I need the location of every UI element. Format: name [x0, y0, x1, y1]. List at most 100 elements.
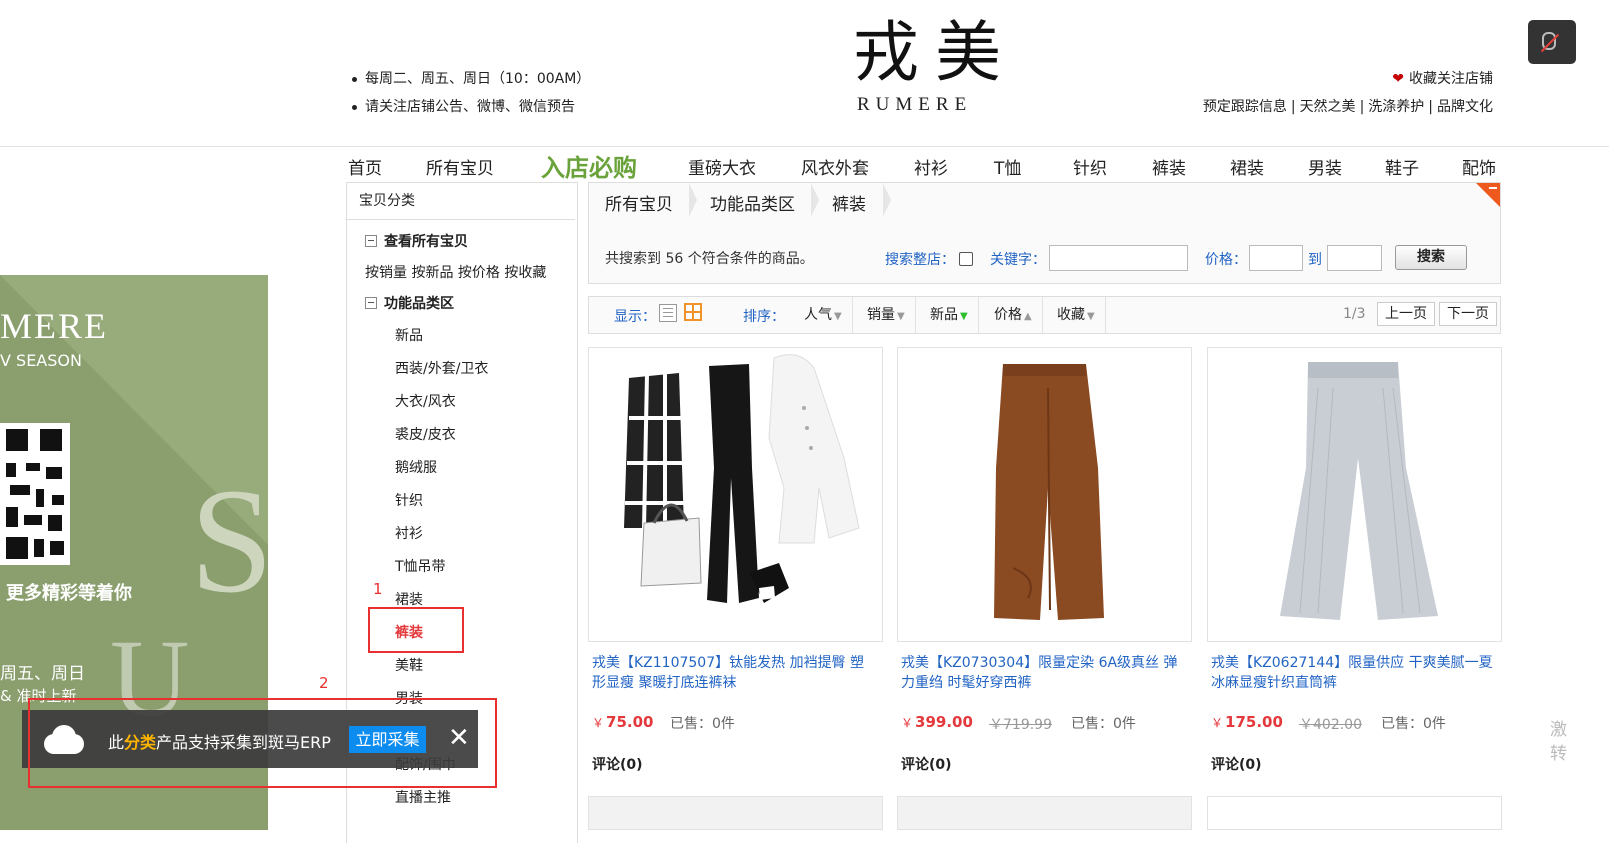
breadcrumb-functional[interactable]: 功能品类区 — [710, 190, 795, 215]
heart-icon: ❤ — [1392, 71, 1404, 87]
search-button[interactable]: 搜索 — [1395, 245, 1467, 270]
sidebar-item-new[interactable]: 新品 — [395, 325, 423, 345]
nav-skirts[interactable]: 裙装 — [1230, 154, 1264, 179]
nav-tshirts[interactable]: T恤 — [994, 154, 1021, 179]
next-page-button[interactable]: 下一页 — [1439, 302, 1497, 326]
sidebar-item-shoes[interactable]: 美鞋 — [395, 655, 423, 675]
sort-link-fav[interactable]: 按收藏 — [504, 265, 546, 281]
mute-mic-button[interactable] — [1528, 20, 1576, 64]
banner-more-text: 更多精彩等着你 — [6, 583, 132, 604]
breadcrumb-pants[interactable]: 裤装 — [832, 190, 866, 215]
sidebar-item-coats[interactable]: 大衣/风衣 — [395, 391, 456, 411]
sort-favorites[interactable]: 收藏 ▼ — [1049, 297, 1106, 333]
price-label: 价格： — [1205, 252, 1247, 268]
product-card-next[interactable] — [897, 796, 1192, 830]
sort-label: 排序： — [743, 309, 785, 325]
sidebar-item-skirts[interactable]: 裙装 — [395, 589, 423, 609]
product-comments[interactable]: 评论(0) — [1211, 754, 1262, 774]
nav-shoes[interactable]: 鞋子 — [1385, 154, 1419, 179]
keyword-input[interactable] — [1049, 245, 1188, 271]
grid-view-icon[interactable] — [684, 303, 702, 321]
product-price: ￥ 175.00 — [1211, 713, 1283, 731]
price-min-input[interactable] — [1249, 245, 1303, 271]
display-label: 显示： — [614, 309, 656, 325]
annotation-1: 1 — [373, 580, 383, 598]
prev-page-button[interactable]: 上一页 — [1377, 302, 1435, 326]
sidebar-item-knit[interactable]: 针织 — [395, 490, 423, 510]
nav-trench[interactable]: 风衣外套 — [801, 154, 869, 179]
arrow-down-icon: ▼ — [960, 311, 968, 322]
banner-days: 周五、周日 — [0, 664, 85, 684]
sidebar-item-tshirts[interactable]: T恤吊带 — [395, 556, 446, 576]
product-title[interactable]: 戎美【KZ0730304】限量定染 6A级真丝 弹力重绉 时髦好穿西裤 — [901, 653, 1186, 693]
sort-links: 按销量 按新品 按价格 按收藏 — [365, 262, 546, 282]
banner-decor-s: S — [190, 458, 268, 624]
product-card-next[interactable] — [1207, 796, 1502, 830]
sidebar-item-suits[interactable]: 西装/外套/卫衣 — [395, 358, 488, 378]
price-to-label: 到 — [1308, 252, 1322, 268]
product-comments[interactable]: 评论(0) — [592, 754, 643, 774]
whole-shop-checkbox[interactable] — [959, 252, 973, 266]
collapse-icon[interactable] — [365, 235, 377, 247]
nav-all-items[interactable]: 所有宝贝 — [426, 154, 494, 179]
sort-new[interactable]: 新品 ▼ — [922, 297, 979, 333]
sidebar-item-leather[interactable]: 裘皮/皮衣 — [395, 424, 456, 444]
arrow-down-icon: ▼ — [1087, 311, 1095, 322]
product-image[interactable] — [1207, 347, 1502, 642]
breadcrumb-all[interactable]: 所有宝贝 — [605, 190, 673, 215]
sort-link-price[interactable]: 按价格 — [458, 265, 500, 281]
banner-brand: MERE — [0, 306, 109, 346]
nav-heavy-coats[interactable]: 重磅大衣 — [688, 154, 756, 179]
collapse-icon[interactable] — [365, 297, 377, 309]
category-group-functional[interactable]: 功能品类区 — [365, 293, 454, 313]
nav-home[interactable]: 首页 — [348, 154, 382, 179]
price-max-input[interactable] — [1327, 245, 1382, 271]
product-original-price: ￥402.00 — [1299, 717, 1362, 733]
product-image[interactable] — [897, 347, 1192, 642]
nav-must-buy[interactable]: 入店必购 — [541, 148, 637, 183]
sort-price[interactable]: 价格 ▲ — [986, 297, 1043, 333]
banner-season: V SEASON — [0, 351, 82, 370]
keyword-label: 关键字： — [990, 252, 1046, 268]
logo-chinese[interactable]: 戎美 — [853, 18, 1017, 88]
product-sold: 已售：0件 — [670, 716, 735, 732]
product-card-next[interactable] — [588, 796, 883, 830]
nav-accessories[interactable]: 配饰 — [1462, 154, 1496, 179]
sort-link-sales[interactable]: 按销量 — [365, 265, 407, 281]
corner-minimize-icon[interactable] — [1476, 183, 1500, 207]
header-link-care[interactable]: 洗涤养护 — [1368, 99, 1424, 115]
product-title[interactable]: 戎美【KZ1107507】钛能发热 加裆提臀 塑形显瘦 聚暖打底连裤袜 — [592, 653, 877, 693]
header-link-natural[interactable]: 天然之美 — [1300, 99, 1356, 115]
sort-popularity[interactable]: 人气 ▼ — [796, 297, 853, 333]
list-view-icon[interactable] — [659, 304, 677, 322]
breadcrumb: 所有宝贝 功能品类区 裤装 — [589, 183, 1500, 217]
sort-sales[interactable]: 销量 ▼ — [859, 297, 916, 333]
annotation-2: 2 — [319, 674, 329, 692]
qr-code-icon — [0, 423, 70, 565]
logo-english[interactable]: RUMERE — [857, 94, 972, 116]
result-count: 共搜索到 56 个符合条件的商品。 — [605, 251, 814, 267]
sort-link-new[interactable]: 按新品 — [411, 265, 453, 281]
notice-1: 每周二、周五、周日（10：00AM） — [352, 68, 590, 88]
edge-text: 激转 — [1550, 720, 1567, 764]
nav-knit[interactable]: 针织 — [1073, 154, 1107, 179]
nav-shirts[interactable]: 衬衫 — [914, 154, 948, 179]
annotation-box-2 — [28, 698, 497, 788]
nav-pants[interactable]: 裤装 — [1152, 154, 1186, 179]
product-comments[interactable]: 评论(0) — [901, 754, 952, 774]
sidebar-item-live[interactable]: 直播主推 — [395, 787, 451, 807]
favorite-shop-link[interactable]: ❤ 收藏关注店铺 — [1392, 68, 1493, 88]
product-title[interactable]: 戎美【KZ0627144】限量供应 干爽美腻一夏 冰麻显瘦针织直筒裤 — [1211, 653, 1496, 693]
sidebar-item-shirts[interactable]: 衬衫 — [395, 523, 423, 543]
header-link-tracking[interactable]: 预定跟踪信息 — [1203, 99, 1287, 115]
page-indicator: 1/3 — [1343, 306, 1366, 322]
product-image[interactable] — [588, 347, 883, 642]
product-sold: 已售：0件 — [1071, 716, 1136, 732]
sidebar-item-down[interactable]: 鹅绒服 — [395, 457, 437, 477]
header-divider — [0, 146, 1609, 147]
view-all-items[interactable]: 查看所有宝贝 — [365, 231, 468, 251]
header-link-brand[interactable]: 品牌文化 — [1437, 99, 1493, 115]
nav-men[interactable]: 男装 — [1308, 154, 1342, 179]
arrow-down-icon: ▼ — [834, 311, 842, 322]
sidebar-title: 宝贝分类 — [347, 183, 575, 220]
